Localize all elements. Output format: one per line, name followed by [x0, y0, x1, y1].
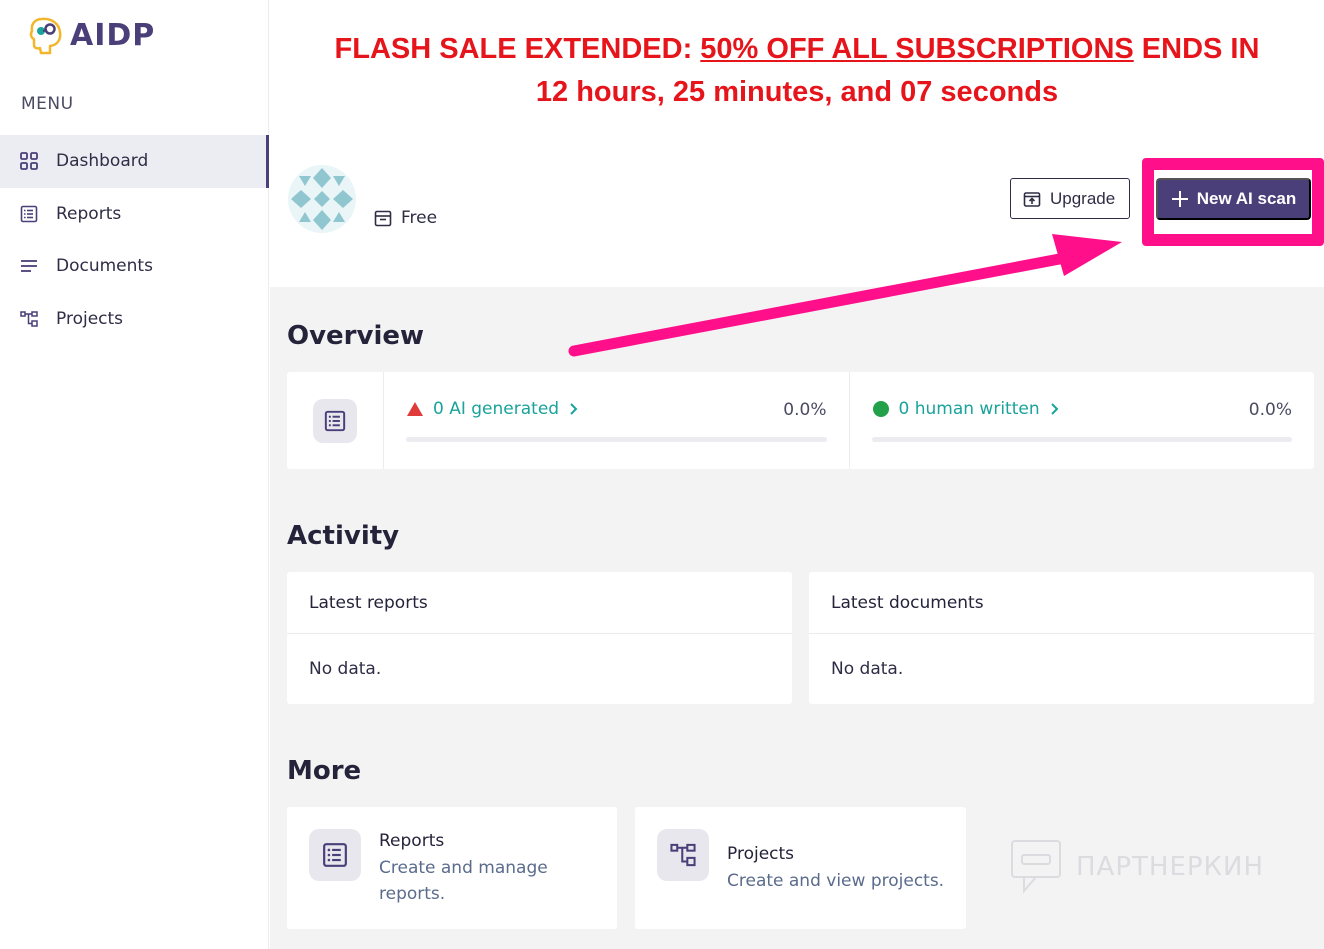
ai-generated-link[interactable]: 0 AI generated: [406, 399, 578, 419]
human-written-progress: [871, 437, 1292, 442]
chevron-right-icon: [570, 403, 578, 415]
brand-name: AIDP: [70, 17, 156, 53]
sidebar-item-reports[interactable]: Reports: [0, 188, 269, 241]
more-reports-title: Reports: [379, 831, 445, 851]
human-written-link[interactable]: 0 human written: [872, 399, 1059, 419]
more-reports-icon-tile: [309, 829, 361, 881]
more-card-reports[interactable]: Reports Create and manage reports.: [287, 807, 617, 929]
grid-icon: [19, 151, 39, 171]
sidebar-item-label: Documents: [56, 256, 153, 277]
account-header: Free Upgrade New AI scan: [270, 150, 1324, 287]
overview-icon-cell: [287, 372, 384, 469]
more-projects-icon-tile: [657, 829, 709, 881]
sidebar-item-label: Projects: [56, 308, 124, 329]
banner-line-1: FLASH SALE EXTENDED: 50% OFF ALL SUBSCRI…: [270, 28, 1324, 71]
latest-documents-title: Latest documents: [809, 572, 1314, 634]
latest-reports-card: Latest reports No data.: [287, 572, 792, 704]
more-projects-title: Projects: [727, 844, 795, 864]
flow-icon: [670, 843, 696, 867]
upgrade-label: Upgrade: [1050, 188, 1116, 208]
plan-label: Free: [401, 208, 438, 228]
human-written-percent: 0.0%: [1248, 400, 1292, 420]
more-card-projects[interactable]: Projects Create and view projects.: [635, 807, 966, 929]
more-title: More: [287, 756, 362, 786]
sidebar: AIDP MENU Dashboard Reports Documents Pr…: [0, 0, 269, 949]
banner-underlined[interactable]: 50% OFF ALL SUBSCRIPTIONS: [700, 33, 1133, 65]
calendar-icon: [374, 210, 392, 227]
green-dot-icon: [872, 401, 889, 417]
plan-indicator: Free: [374, 208, 437, 228]
lines-icon: [19, 256, 39, 276]
triangle-warning-icon: [407, 402, 423, 416]
list-icon: [324, 410, 346, 431]
overview-title: Overview: [287, 321, 425, 351]
new-ai-scan-label: New AI scan: [1196, 189, 1297, 208]
sidebar-item-label: Reports: [56, 203, 122, 224]
sidebar-item-dashboard[interactable]: Dashboard: [0, 135, 269, 188]
plus-icon: [1171, 191, 1188, 207]
upgrade-button[interactable]: Upgrade: [1010, 178, 1131, 219]
ai-generated-progress: [406, 437, 827, 442]
overview-icon-tile: [313, 398, 357, 443]
sidebar-item-label: Dashboard: [56, 151, 149, 172]
sidebar-item-documents[interactable]: Documents: [0, 240, 269, 293]
banner-countdown: 12 hours, 25 minutes, and 07 seconds: [535, 76, 1059, 108]
sidebar-item-projects[interactable]: Projects: [0, 293, 269, 346]
brand-logo[interactable]: AIDP: [28, 12, 155, 58]
overview-card: 0 AI generated 0.0% 0 human written 0.0%: [287, 372, 1314, 469]
flash-sale-banner: FLASH SALE EXTENDED: 50% OFF ALL SUBSCRI…: [270, 28, 1324, 114]
latest-reports-title: Latest reports: [287, 572, 792, 634]
more-projects-desc: Create and view projects.: [727, 871, 945, 891]
avatar[interactable]: [287, 164, 357, 234]
more-reports-desc: Create and manage reports.: [379, 858, 548, 904]
chat-bubble-icon: [1011, 840, 1061, 894]
ai-generated-label: 0 AI generated: [433, 399, 560, 419]
list-icon: [323, 843, 347, 867]
main-content: FLASH SALE EXTENDED: 50% OFF ALL SUBSCRI…: [270, 0, 1324, 949]
banner-prefix: FLASH SALE EXTENDED:: [334, 33, 701, 65]
banner-suffix: ENDS IN: [1133, 33, 1260, 65]
latest-documents-card: Latest documents No data.: [809, 572, 1314, 704]
ai-generated-percent: 0.0%: [783, 400, 827, 420]
watermark-text: ПАРТНЕРКИН: [1076, 852, 1265, 882]
upgrade-icon: [1023, 191, 1041, 207]
dashboard-content: Overview 0 AI generated 0.0% 0 human wri…: [270, 287, 1324, 949]
human-written-label: 0 human written: [898, 399, 1040, 419]
ai-generated-stat: 0 AI generated 0.0%: [384, 372, 850, 469]
chevron-right-icon: [1050, 403, 1059, 415]
watermark: ПАРТНЕРКИН: [1010, 839, 1264, 895]
sidebar-nav: Dashboard Reports Documents Projects: [0, 135, 269, 345]
menu-label: MENU: [21, 94, 74, 114]
list-icon: [19, 204, 39, 224]
latest-reports-empty: No data.: [309, 659, 382, 679]
activity-title: Activity: [287, 521, 400, 551]
latest-documents-empty: No data.: [831, 659, 904, 679]
new-ai-scan-button[interactable]: New AI scan: [1156, 178, 1311, 220]
brain-logo-icon: [29, 17, 62, 55]
flow-icon: [19, 309, 39, 329]
human-written-stat: 0 human written 0.0%: [850, 372, 1315, 469]
